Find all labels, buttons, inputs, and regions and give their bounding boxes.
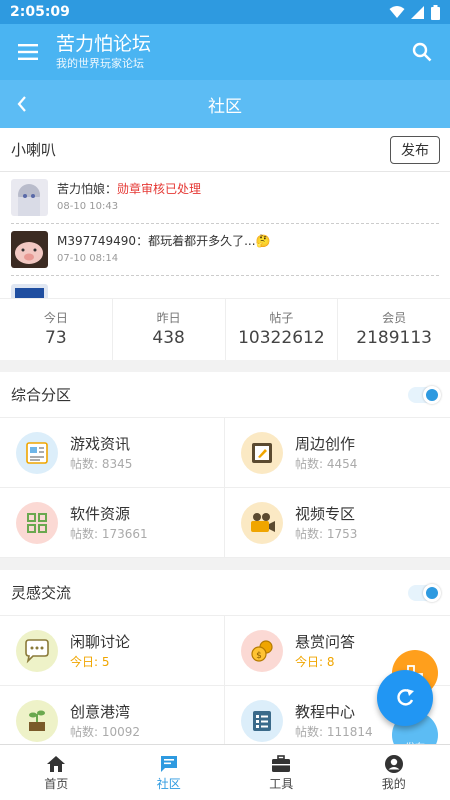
board-fan-creation[interactable]: 周边创作 帖数: 4454 xyxy=(225,418,450,488)
wifi-icon xyxy=(389,5,405,18)
signal-icon xyxy=(411,5,424,19)
refresh-icon xyxy=(397,689,414,706)
section-title: 灵感交流 xyxy=(11,584,72,602)
notice-message[interactable] xyxy=(11,276,439,298)
stat-posts: 帖子 10322612 xyxy=(226,299,339,360)
list-icon xyxy=(241,699,283,742)
toolbox-icon xyxy=(271,753,291,775)
board-video[interactable]: 视频专区 帖数: 1753 xyxy=(225,488,450,558)
nav-community[interactable]: 社区 xyxy=(113,745,226,800)
newspaper-icon xyxy=(16,431,58,474)
chevron-left-icon xyxy=(17,96,26,112)
chat-icon xyxy=(16,629,58,672)
sprout-icon xyxy=(16,699,58,742)
menu-icon xyxy=(18,44,38,60)
stat-today: 今日 73 xyxy=(0,299,113,360)
nav-profile[interactable]: 我的 xyxy=(338,745,450,800)
bottom-nav: 首页 社区 工具 我的 xyxy=(0,744,450,800)
refresh-button[interactable] xyxy=(377,670,433,726)
stat-members: 会员 2189113 xyxy=(356,311,432,348)
section-toggle[interactable] xyxy=(408,385,441,404)
search-button[interactable] xyxy=(394,24,450,80)
status-bar: 2:05:09 xyxy=(0,0,450,24)
avatar[interactable] xyxy=(11,231,48,268)
camera-icon xyxy=(241,501,283,544)
notice-title: 小喇叭 xyxy=(11,141,57,159)
home-icon xyxy=(46,753,66,775)
section-inspiration: 灵感交流 闲聊讨论 今日: 5 $ 悬赏问答 今日: 8 创意港湾 帖数: 10… xyxy=(0,570,450,756)
app-subtitle: 我的世界玩家论坛 xyxy=(56,57,144,70)
page-title: 社区 xyxy=(208,96,242,117)
stat-yesterday: 昨日 438 xyxy=(113,299,226,360)
nav-tools[interactable]: 工具 xyxy=(225,745,338,800)
svg-text:$: $ xyxy=(256,651,262,661)
app-title: 苦力怕论坛 xyxy=(56,33,152,55)
notice-message-list[interactable]: 苦力怕娘：勋章审核已处理 08-10 10:43 M397749490：都玩着都… xyxy=(0,172,450,298)
frame-icon xyxy=(241,431,283,474)
board-game-news[interactable]: 游戏资讯 帖数: 8345 xyxy=(0,418,225,488)
community-icon xyxy=(159,753,179,775)
battery-icon xyxy=(431,4,440,20)
coins-icon: $ xyxy=(241,629,283,672)
notice-board: 小喇叭 发布 苦力怕娘：勋章审核已处理 08-10 10:43 M3977494… xyxy=(0,128,450,298)
board-chat[interactable]: 闲聊讨论 今日: 5 xyxy=(0,616,225,686)
notice-message[interactable]: 苦力怕娘：勋章审核已处理 08-10 10:43 xyxy=(11,172,439,224)
app-bar: 苦力怕论坛 我的世界玩家论坛 xyxy=(0,24,450,80)
nav-home[interactable]: 首页 xyxy=(0,745,113,800)
page-header: 社区 xyxy=(0,80,450,128)
avatar[interactable] xyxy=(11,283,48,298)
avatar[interactable] xyxy=(11,179,48,216)
section-toggle[interactable] xyxy=(408,583,441,602)
menu-button[interactable] xyxy=(0,24,56,80)
back-button[interactable] xyxy=(10,92,34,116)
profile-icon xyxy=(384,753,404,775)
section-title: 综合分区 xyxy=(11,386,72,404)
forum-stats: 今日 73 昨日 438 帖子 10322612 会员 2189113 xyxy=(0,298,450,360)
status-time: 2:05:09 xyxy=(10,4,70,20)
notice-message[interactable]: M397749490：都玩着都开多久了...🤔 07-10 08:14 xyxy=(11,224,439,276)
search-icon xyxy=(412,42,432,62)
section-general: 综合分区 游戏资讯 帖数: 8345 周边创作 帖数: 4454 软件资源 帖数… xyxy=(0,372,450,558)
grid-icon xyxy=(16,501,58,544)
publish-button[interactable]: 发布 xyxy=(390,135,440,164)
board-software[interactable]: 软件资源 帖数: 173661 xyxy=(0,488,225,558)
